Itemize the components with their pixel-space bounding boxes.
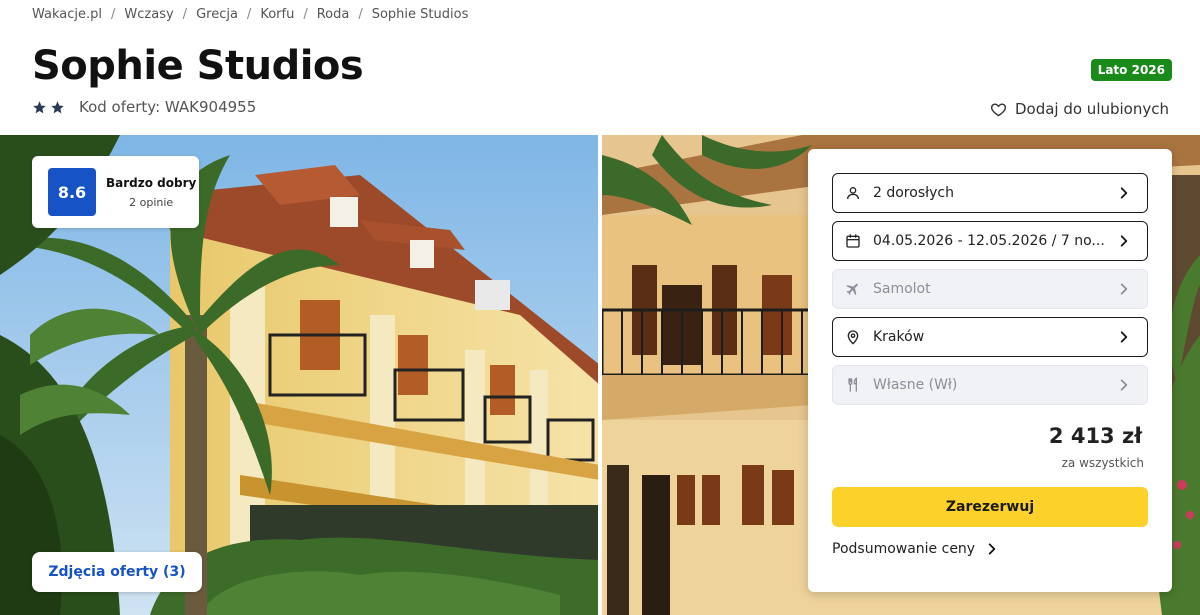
chevron-right-icon [988, 543, 996, 555]
price-summary-link[interactable]: Podsumowanie ceny [832, 541, 999, 557]
breadcrumb: Wakacje.pl / Wczasy / Grecja / Korfu / R… [32, 7, 468, 22]
rating-count: 2 opinie [129, 195, 174, 209]
board-value: Własne (Wł) [873, 377, 958, 393]
breadcrumb-item-home[interactable]: Wakacje.pl [32, 7, 102, 22]
breadcrumb-item-current: Sophie Studios [371, 7, 469, 22]
total-price: 2 413 zł [1048, 424, 1142, 448]
breadcrumb-separator: / [358, 7, 363, 22]
page-title: Sophie Studios [32, 43, 364, 89]
transport-value: Samolot [873, 281, 931, 297]
breadcrumb-item-roda[interactable]: Roda [317, 7, 350, 22]
star-icon [51, 100, 64, 113]
dates-value: 04.05.2026 - 12.05.2026 / 7 no... [873, 233, 1105, 249]
booking-panel: 2 dorosłych 04.05.2026 - 12.05.2026 / 7 … [808, 149, 1172, 592]
offer-meta: Kod oferty: WAK904955 [32, 98, 256, 116]
breadcrumb-item-korfu[interactable]: Korfu [260, 7, 294, 22]
breadcrumb-separator: / [246, 7, 252, 22]
offer-code: Kod oferty: WAK904955 [79, 98, 257, 116]
hotel-stars [32, 100, 65, 115]
price-note: za wszystkich [1061, 456, 1144, 470]
dates-select[interactable]: 04.05.2026 - 12.05.2026 / 7 no... [832, 221, 1148, 261]
offer-photos-button[interactable]: Zdjęcia oferty (3) [32, 552, 202, 592]
location-pin-icon [845, 329, 861, 345]
calendar-icon [845, 233, 861, 249]
price-summary-label: Podsumowanie ceny [832, 541, 976, 557]
chevron-right-icon [1120, 379, 1128, 391]
rating-text: Bardzo dobry 2 opinie [106, 176, 196, 209]
favorite-label: Dodaj do ulubionych [1014, 100, 1169, 118]
travelers-select[interactable]: 2 dorosłych [832, 173, 1148, 213]
heart-icon [990, 102, 1007, 116]
person-icon [845, 185, 861, 201]
chevron-right-icon [1120, 283, 1128, 295]
chevron-right-icon [1120, 187, 1128, 199]
cutlery-icon [845, 377, 861, 393]
book-button[interactable]: Zarezerwuj [832, 487, 1148, 527]
breadcrumb-separator: / [182, 7, 188, 22]
board-select[interactable]: Własne (Wł) [832, 365, 1148, 405]
season-badge: Lato 2026 [1090, 59, 1172, 81]
departure-value: Kraków [873, 329, 925, 345]
rating-score: 8.6 [48, 168, 96, 216]
airplane-icon [845, 281, 861, 297]
breadcrumb-separator: / [111, 7, 116, 22]
chevron-right-icon [1120, 235, 1128, 247]
rating-card[interactable]: 8.6 Bardzo dobry 2 opinie [32, 156, 199, 228]
transport-select[interactable]: Samolot [832, 269, 1148, 309]
chevron-right-icon [1120, 331, 1128, 343]
breadcrumb-item-wczasy[interactable]: Wczasy [124, 7, 173, 22]
travelers-value: 2 dorosłych [873, 185, 954, 201]
breadcrumb-item-grecja[interactable]: Grecja [196, 7, 238, 22]
add-to-favorites-button[interactable]: Dodaj do ulubionych [990, 100, 1169, 118]
breadcrumb-separator: / [303, 7, 308, 22]
rating-label: Bardzo dobry [106, 175, 197, 190]
star-icon [33, 100, 46, 113]
departure-select[interactable]: Kraków [832, 317, 1148, 357]
